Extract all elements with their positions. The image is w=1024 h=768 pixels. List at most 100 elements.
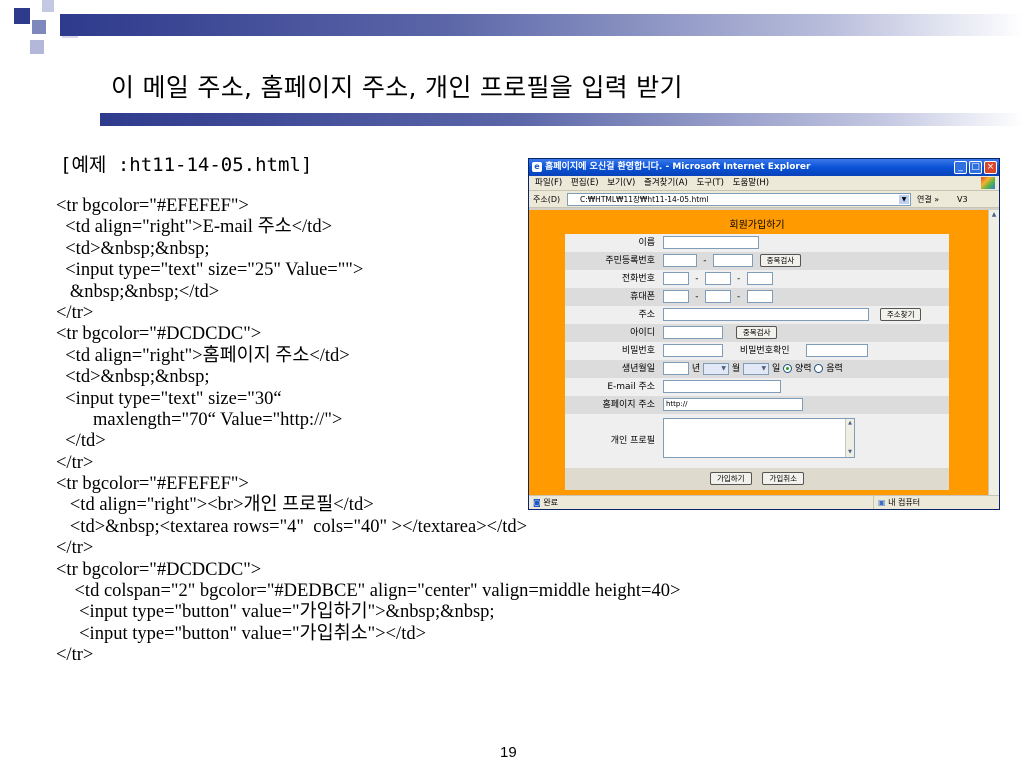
address-input[interactable]: C:₩HTML₩11장₩ht11-14-05.html ▼ <box>567 193 911 206</box>
address-field[interactable] <box>663 308 869 321</box>
row-password: 비밀번호 비밀번호확인 <box>565 342 949 360</box>
row-email: E-mail 주소 <box>565 378 949 396</box>
id-check-button[interactable]: 중복검사 <box>735 326 778 339</box>
menu-view[interactable]: 보기(V) <box>607 178 635 188</box>
address-label: 주소(D) <box>533 195 561 204</box>
address-bar: 주소(D) C:₩HTML₩11장₩ht11-14-05.html ▼ 연결 »… <box>529 191 999 208</box>
label-id: 아이디 <box>630 328 655 338</box>
example-title: [예제 :ht11-14-05.html] <box>60 154 313 176</box>
label-ssn: 주민등록번호 <box>605 256 655 266</box>
maximize-icon[interactable]: □ <box>969 161 982 174</box>
row-birth: 생년월일 년 ▼ 월 ▼ 일 양력 음력 <box>565 360 949 378</box>
label-address: 주소 <box>638 310 655 320</box>
menu-edit[interactable]: 편집(E) <box>571 178 599 188</box>
browser-content: 회원가입하기 이름 주민등록번호 - 중복검사 전화번호 - - 휴대폰 - -… <box>529 210 989 495</box>
minimize-icon[interactable]: _ <box>954 161 967 174</box>
email-input[interactable] <box>663 380 781 393</box>
menu-file[interactable]: 파일(F) <box>535 178 562 188</box>
code-line: </tr> <box>56 645 94 666</box>
label-mobile: 휴대폰 <box>630 292 655 302</box>
homepage-input[interactable]: http:// <box>663 398 803 411</box>
phone-middle-input[interactable] <box>704 272 731 285</box>
mobile-separator-1: - <box>695 292 699 302</box>
birth-day-select[interactable]: ▼ <box>743 362 770 375</box>
row-id: 아이디 중복검사 <box>565 324 949 342</box>
cancel-button[interactable]: 가입취소 <box>762 472 805 485</box>
slide-title: 이 메일 주소, 홈페이지 주소, 개인 프로필을 입력 받기 <box>111 73 683 102</box>
phone-separator-2: - <box>737 274 741 284</box>
browser-titlebar[interactable]: e 홈페이지에 오신걸 환영합니다. - Microsoft Internet … <box>529 159 999 176</box>
birth-year-input[interactable] <box>663 362 689 375</box>
decor-square-mid-2 <box>30 40 44 54</box>
decor-square-mid <box>32 20 46 34</box>
row-buttons: 가입하기 가입취소 <box>565 468 949 490</box>
mobile-middle-input[interactable] <box>704 290 731 303</box>
code-line: <input type="button" value="가입취소"></td> <box>56 623 427 644</box>
name-input[interactable] <box>663 236 759 249</box>
menu-help[interactable]: 도움말(H) <box>733 178 769 188</box>
form-title: 회원가입하기 <box>729 220 785 231</box>
links-chevron-icon: » <box>934 195 940 204</box>
page-done-icon: ◙ <box>533 498 541 507</box>
phone-last-input[interactable] <box>746 272 773 285</box>
label-birth: 생년월일 <box>621 364 655 374</box>
calendar-lunar-label: 음력 <box>826 364 843 374</box>
scroll-up-icon[interactable]: ▲ <box>846 419 854 428</box>
profile-textarea[interactable]: ▲ ▼ <box>663 418 855 458</box>
browser-menubar: 파일(F) 편집(E) 보기(V) 즐겨찾기(A) 도구(T) 도움말(H) <box>529 176 999 191</box>
row-homepage: 홈페이지 주소 http:// <box>565 396 949 414</box>
calendar-lunar-radio[interactable] <box>814 364 824 373</box>
scroll-up-icon[interactable]: ▲ <box>989 210 999 220</box>
menu-tools[interactable]: 도구(T) <box>696 178 723 188</box>
password-input[interactable] <box>663 344 723 357</box>
calendar-solar-radio[interactable] <box>783 364 793 373</box>
links-label: 연결 <box>917 195 932 204</box>
status-bar: ◙ 완료 ▣ 내 컴퓨터 <box>529 495 999 509</box>
birth-month-select[interactable]: ▼ <box>703 362 730 375</box>
submit-button[interactable]: 가입하기 <box>709 472 752 485</box>
password-confirm-input[interactable] <box>806 344 869 357</box>
code-line: <tr bgcolor="#DCDCDC"> <box>56 559 262 580</box>
phone-separator-1: - <box>695 274 699 284</box>
title-gradient-bar <box>60 14 1024 36</box>
ssn-separator: - <box>703 256 707 266</box>
browser-window: e 홈페이지에 오신걸 환영합니다. - Microsoft Internet … <box>528 158 1000 510</box>
address-dropdown-icon[interactable]: ▼ <box>899 195 909 204</box>
mobile-separator-2: - <box>737 292 741 302</box>
label-password-confirm: 비밀번호확인 <box>739 346 790 356</box>
row-name: 이름 <box>565 234 949 252</box>
label-profile: 개인 프로필 <box>610 436 655 446</box>
row-address: 주소 주소찾기 <box>565 306 949 324</box>
address-search-button[interactable]: 주소찾기 <box>879 308 922 321</box>
code-line: <td>&nbsp;<textarea rows="4" cols="40" >… <box>56 516 528 537</box>
ssn-check-button[interactable]: 중복검사 <box>759 254 802 267</box>
browser-scrollbar[interactable]: ▲ <box>988 210 999 495</box>
label-homepage: 홈페이지 주소 <box>602 400 655 410</box>
decor-square-navy <box>14 8 30 24</box>
decor-square-light <box>42 0 54 12</box>
menu-favorites[interactable]: 즐겨찾기(A) <box>644 178 688 188</box>
close-icon[interactable]: × <box>984 161 997 174</box>
row-phone: 전화번호 - - <box>565 270 949 288</box>
scroll-down-icon[interactable]: ▼ <box>846 448 854 457</box>
phone-area-input[interactable] <box>663 272 689 285</box>
id-input[interactable] <box>663 326 723 339</box>
label-name: 이름 <box>638 238 655 248</box>
v3-toolbar[interactable]: V3 <box>957 191 968 208</box>
row-mobile: 휴대폰 - - <box>565 288 949 306</box>
profile-scrollbar[interactable]: ▲ ▼ <box>845 419 854 457</box>
mobile-last-input[interactable] <box>746 290 773 303</box>
signup-form: 회원가입하기 이름 주민등록번호 - 중복검사 전화번호 - - 휴대폰 - -… <box>565 218 949 490</box>
links-toolbar[interactable]: 연결 » <box>917 191 939 208</box>
ie-logo-icon: e <box>532 162 542 172</box>
ssn-back-input[interactable] <box>712 254 753 267</box>
ssn-front-input[interactable] <box>663 254 697 267</box>
mobile-first-input[interactable] <box>663 290 689 303</box>
label-phone: 전화번호 <box>621 274 655 284</box>
code-line: </tr> <box>56 538 94 559</box>
row-ssn: 주민등록번호 - 중복검사 <box>565 252 949 270</box>
title-underline-bar <box>100 113 1024 126</box>
birth-month-suffix: 월 <box>731 364 741 374</box>
code-line: <input type="button" value="가입하기">&nbsp;… <box>56 602 495 623</box>
window-title: 홈페이지에 오신걸 환영합니다. - Microsoft Internet Ex… <box>545 162 811 172</box>
